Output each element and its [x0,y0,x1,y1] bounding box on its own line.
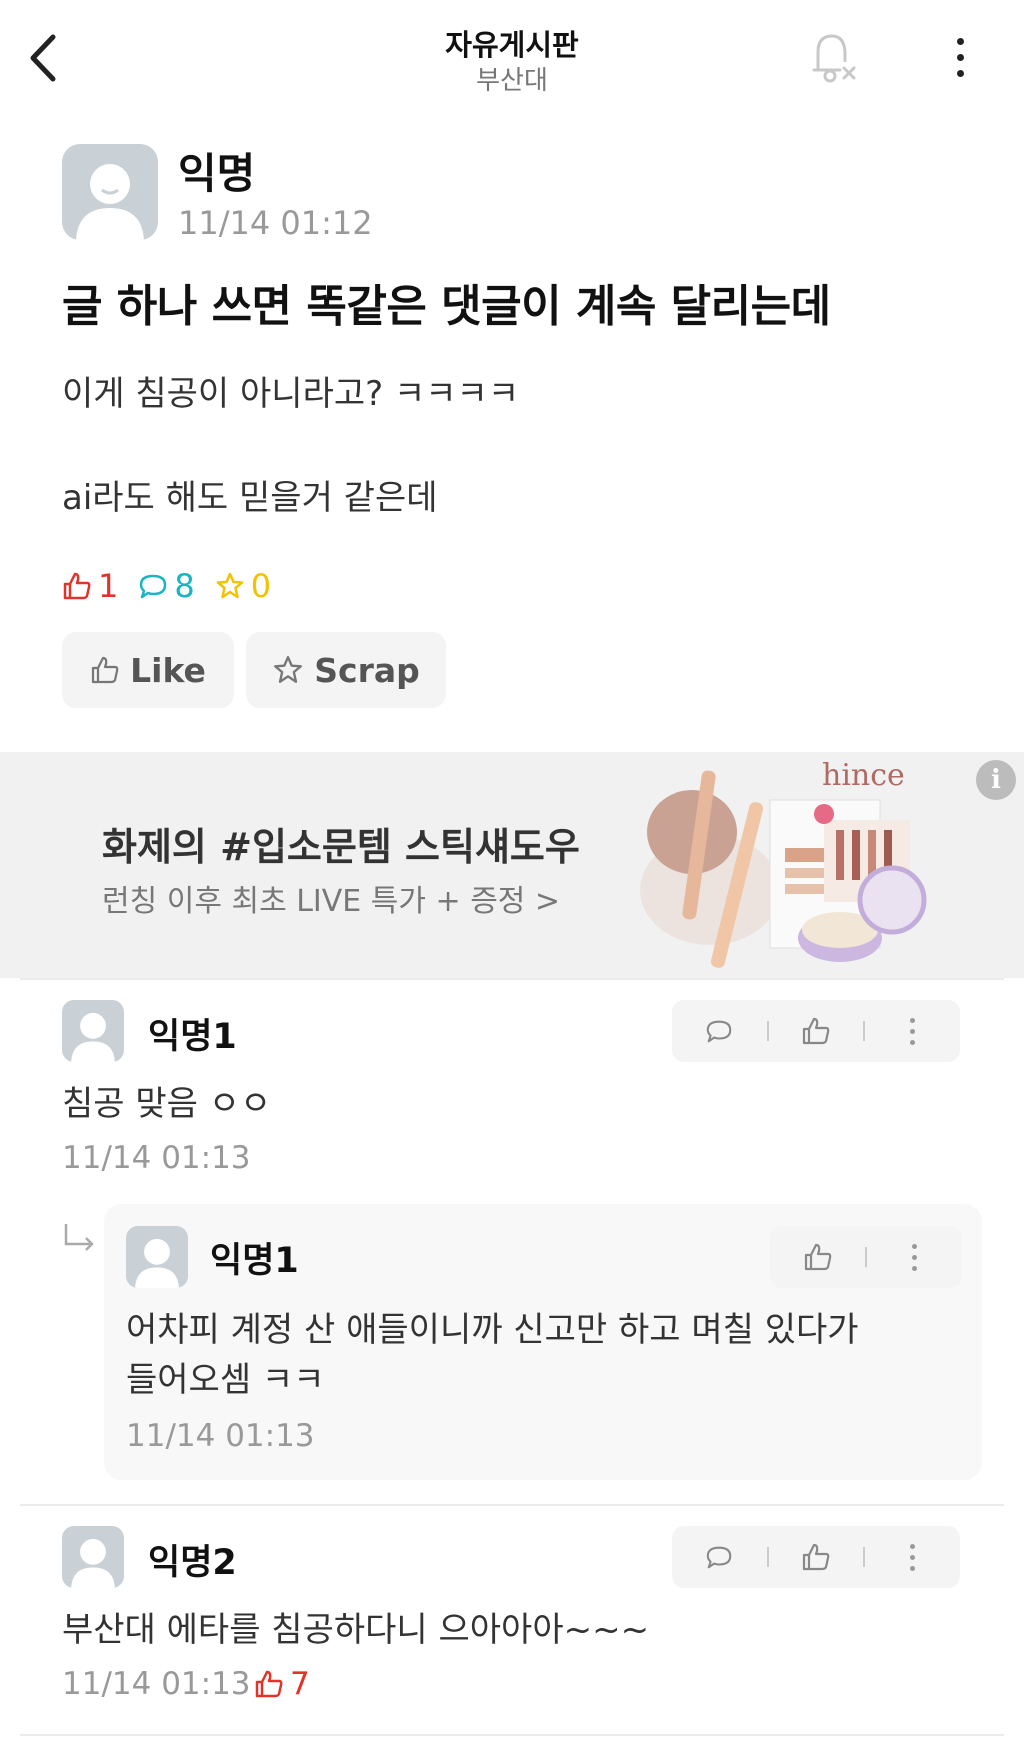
thumbs-up-icon [802,1017,830,1045]
ad-subtitle: 런칭 이후 최초 LIVE 특가 + 증정 > [102,884,561,919]
like-button[interactable]: Like [62,632,234,708]
thumbs-up-icon [92,656,119,684]
comment-actions [672,1000,960,1062]
more-vertical-icon [910,1017,916,1045]
scrap-button[interactable]: Scrap [246,632,446,708]
like-count-value: 1 [98,567,119,605]
post-body-line: 이게 침공이 아니라고? ㅋㅋㅋㅋ [62,374,520,414]
post-stats: 1 8 0 [62,566,291,606]
anonymous-avatar-icon [135,1238,179,1288]
anonymous-avatar-icon [76,164,144,240]
reply-button[interactable] [672,1000,767,1062]
comment-avatar [62,1000,124,1062]
reply-button[interactable] [672,1526,767,1588]
dot [956,53,964,61]
comment-more-button[interactable] [865,1000,960,1062]
thumbs-up-icon [63,572,91,600]
comment-author: 익명1 [148,1017,237,1057]
divider [20,978,1004,980]
comment-like-button[interactable] [769,1000,864,1062]
comment-body: 침공 맞음 ㅇㅇ [62,1084,272,1124]
like-button-label: Like [130,650,206,690]
thumbs-up-icon [804,1243,831,1271]
like-count: 1 [62,567,118,605]
more-vertical-icon [910,1543,916,1571]
ad-banner[interactable]: 화제의 #입소문템 스틱섀도우 런칭 이후 최초 LIVE 특가 + 증정 > … [0,752,1024,978]
comment-like-button[interactable] [770,1226,865,1288]
comment-count: 8 [138,567,195,605]
comment-body-line: 들어오셈 ㅋㅋ [126,1360,325,1400]
anonymous-avatar-icon [71,1012,115,1062]
star-icon [216,572,243,599]
comment-avatar [126,1226,188,1288]
ad-info-icon[interactable]: i [976,760,1016,800]
scrap-count-value: 0 [250,567,272,605]
comment-like-count-value: 7 [290,1666,310,1702]
comment-icon [140,574,167,599]
comment-body-line: 어차피 계정 산 애들이니까 신고만 하고 며칠 있다가 [126,1310,859,1350]
comment-body: 부산대 에타를 침공하다니 으아아아~~~ [62,1610,650,1650]
post-title: 글 하나 쓰면 똑같은 댓글이 계속 달리는데 [62,281,831,332]
divider [20,1734,1004,1736]
bell-off-icon [812,34,856,83]
comment-actions [672,1526,960,1588]
more-vertical-icon [912,1243,917,1271]
star-icon [274,656,303,683]
more-options-button[interactable] [940,28,980,86]
thumbs-up-icon [802,1543,830,1571]
comment-count-value: 8 [174,567,195,605]
top-bar: 자유게시판 부산대 [0,0,1024,112]
comment-more-button[interactable] [865,1526,960,1588]
comment-like-button[interactable] [769,1526,864,1588]
thumbs-up-icon [255,1670,283,1698]
divider [20,1504,1004,1506]
dot [956,69,964,77]
board-title: 자유게시판 [445,28,579,62]
comment-time: 11/14 01:13 [62,1666,251,1702]
ad-brand-logo: hince [822,758,905,793]
dot [956,37,964,45]
reply-comment: 익명1 어차피 계정 산 애들이니까 신고만 하고 며칠 있다가 들어오셈 ㅋㅋ… [104,1204,982,1480]
comment-like-count: 7 [254,1666,310,1702]
notification-off-button[interactable] [804,28,860,86]
comment-more-button[interactable] [867,1226,962,1288]
comment-time: 11/14 01:13 [62,1140,251,1176]
comment-author: 익명1 [210,1241,299,1281]
comment-icon [707,1020,732,1043]
post-author: 익명 [178,149,256,198]
comment-time: 11/14 01:13 [126,1418,315,1454]
school-name: 부산대 [476,66,548,96]
comment-icon [707,1546,732,1569]
comment-actions [770,1226,962,1288]
comment-avatar [62,1526,124,1588]
ad-title: 화제의 #입소문템 스틱섀도우 [102,825,580,869]
post-time: 11/14 01:12 [178,204,373,242]
comment-author: 익명2 [148,1543,237,1583]
scrap-count: 0 [215,567,271,605]
anonymous-avatar-icon [71,1538,115,1588]
post-body-line: ai라도 해도 믿을거 같은데 [62,478,438,518]
author-avatar [62,144,158,240]
reply-arrow-icon [64,1224,94,1251]
scrap-button-label: Scrap [314,650,420,690]
